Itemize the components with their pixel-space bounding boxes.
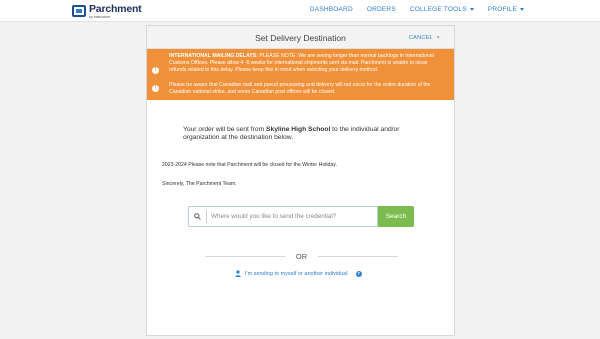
search-button[interactable]: Search — [378, 206, 414, 227]
logo-subtitle: by Instructure — [89, 14, 111, 19]
help-icon[interactable]: ? — [355, 270, 362, 277]
or-divider: OR — [205, 251, 398, 261]
nav-dashboard[interactable]: DASHBOARD — [310, 6, 353, 13]
school-name: Skyline High School — [266, 126, 331, 133]
logo-name: Parchment — [89, 3, 142, 15]
send-to-myself-label: I'm sending to myself or another individ… — [245, 270, 348, 277]
alert-international-mailing: ! INTERNATIONAL MAILING DELAYS: PLEASE N… — [147, 49, 454, 79]
main-nav: DASHBOARD ORDERS COLLEGE TOOLS PROFILE — [310, 6, 524, 13]
close-icon: × — [434, 35, 440, 41]
parchment-logo-icon — [72, 5, 86, 17]
delivery-destination-card: Set Delivery Destination CANCEL × ! INTE… — [146, 25, 455, 336]
cancel-button[interactable]: CANCEL × — [409, 35, 440, 41]
alert-body: Please be aware that Canadian mail and p… — [169, 81, 431, 95]
caret-down-icon — [520, 8, 524, 11]
order-source-text: Your order will be sent from Skyline Hig… — [183, 126, 400, 142]
info-icon: ! — [152, 84, 159, 92]
info-icon: ! — [152, 67, 159, 74]
send-to-myself-link[interactable]: I'm sending to myself or another individ… — [235, 270, 362, 277]
search-icon — [194, 213, 201, 220]
alert-heading: INTERNATIONAL MAILING DELAYS: — [169, 53, 258, 59]
top-navigation-bar: Parchment by Instructure DASHBOARD ORDER… — [0, 0, 600, 22]
holiday-notice: 2023-2024 Please note that Parchment wil… — [162, 162, 337, 168]
caret-down-icon — [469, 8, 474, 11]
sign-off: Sincerely, The Parchment Team. — [162, 181, 237, 187]
alert-canada-strike: ! Please be aware that Canadian mail and… — [147, 78, 454, 101]
person-icon — [235, 270, 241, 277]
destination-search-input[interactable] — [207, 213, 367, 220]
nav-profile[interactable]: PROFILE — [488, 6, 524, 13]
nav-orders[interactable]: ORDERS — [367, 6, 396, 13]
nav-college-tools[interactable]: COLLEGE TOOLS — [410, 6, 474, 13]
card-header: Set Delivery Destination CANCEL × — [147, 26, 454, 49]
parchment-logo[interactable]: Parchment by Instructure — [72, 3, 142, 19]
destination-search-box[interactable] — [188, 206, 378, 227]
